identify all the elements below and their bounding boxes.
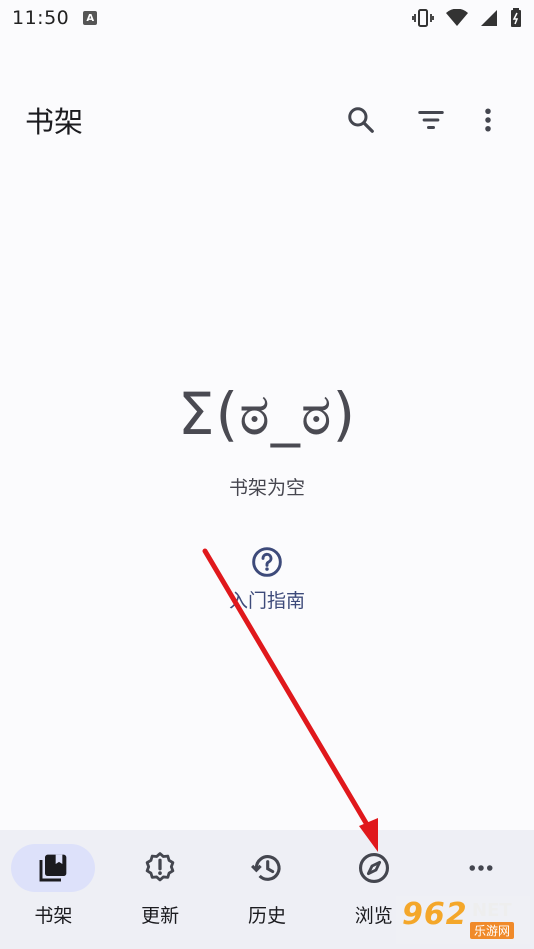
nav-label: 历史 [247,905,286,927]
update-alert-icon [145,852,175,882]
guide-button[interactable]: 入门指南 [197,546,337,613]
search-button[interactable] [326,92,396,148]
more-vert-icon [485,108,491,132]
search-icon [348,107,374,133]
app-bar-actions [326,92,510,148]
watermark-sub: 乐游网 [470,922,515,939]
nav-label: 更新 [141,905,180,927]
filter-button[interactable] [396,92,466,148]
nav-item-updates[interactable]: 更新 [107,830,213,949]
empty-state: Σ(ಠ_ಠ) 书架为空 [0,380,534,500]
battery-icon [510,8,522,28]
watermark-logo: 962 NET 乐游网 [396,896,530,944]
overflow-menu-button[interactable] [466,92,510,148]
watermark-net: NET [472,900,512,921]
notification-a-icon: A [83,11,98,25]
page-title: 书架 [25,105,84,139]
watermark-number: 962 [402,897,468,932]
compass-icon [358,852,389,884]
signal-icon [480,9,498,27]
nav-label: 浏览 [354,905,393,927]
vibrate-icon [412,9,434,27]
nav-label: 书架 [34,905,73,927]
nav-item-history[interactable]: 历史 [214,830,320,949]
guide-label: 入门指南 [228,590,305,612]
app-bar: 书架 [0,82,534,158]
status-bar: 11:50 A [0,0,534,36]
history-icon [251,855,281,881]
nav-item-bookshelf[interactable]: 书架 [0,830,106,949]
empty-face: Σ(ಠ_ಠ) [177,380,357,448]
more-icon [469,865,493,871]
filter-icon [418,111,444,129]
status-time: 11:50 [12,7,70,29]
help-icon [252,547,282,577]
wifi-icon [446,9,468,27]
status-icons [412,8,522,28]
empty-message: 书架为空 [228,477,305,499]
bookshelf-icon [39,854,67,882]
nav-active-indicator [11,844,96,892]
